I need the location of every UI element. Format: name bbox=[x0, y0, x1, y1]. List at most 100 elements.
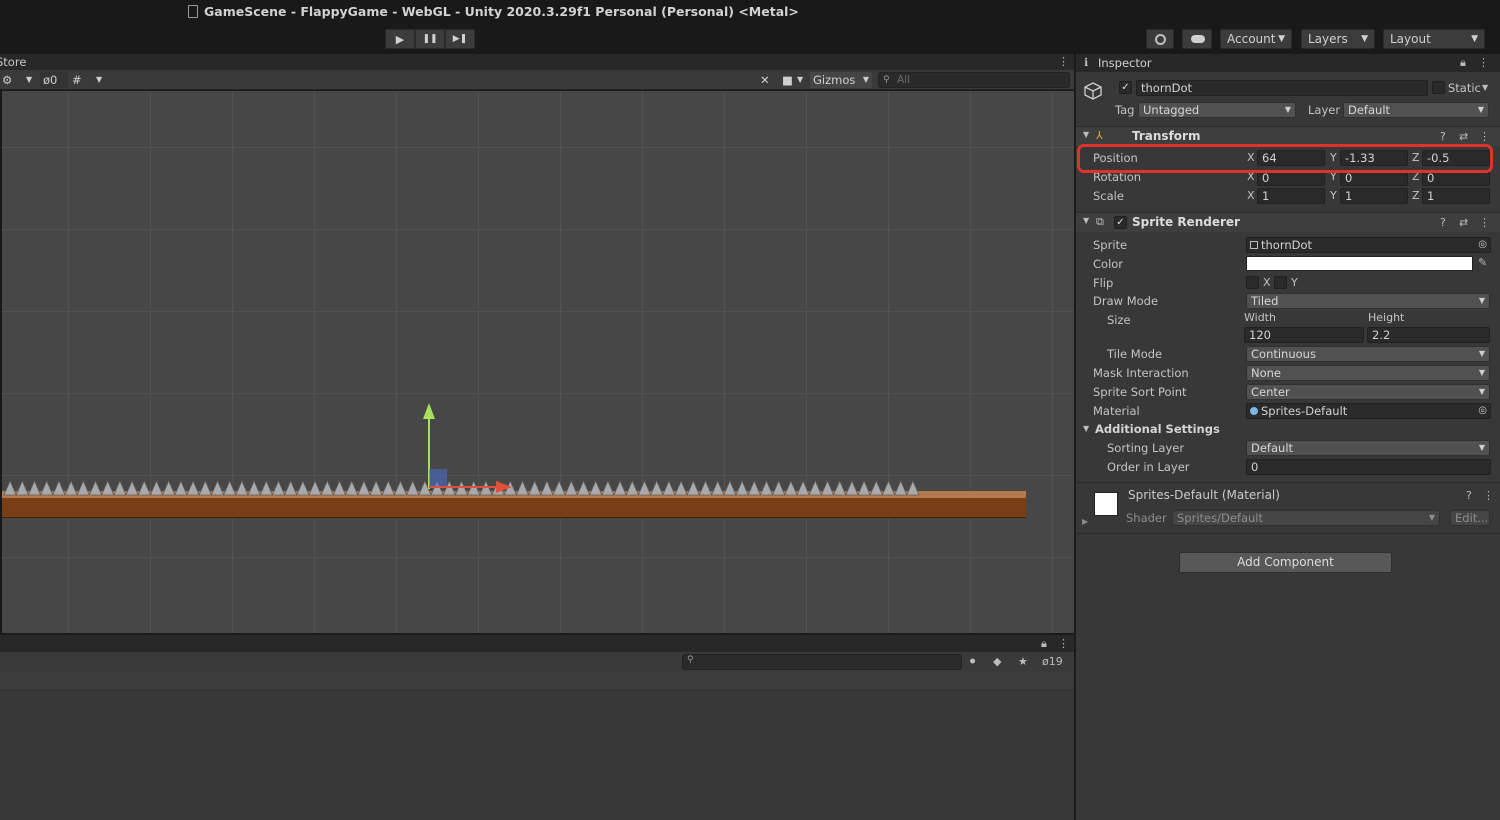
tile-mode-value: Continuous bbox=[1251, 347, 1316, 361]
static-checkbox[interactable] bbox=[1432, 81, 1445, 94]
material-value: Sprites-Default bbox=[1261, 404, 1348, 418]
sorting-layer-dropdown[interactable]: Default ▼ bbox=[1246, 440, 1490, 456]
spike bbox=[625, 479, 640, 496]
chevron-down-icon[interactable]: ▼ bbox=[26, 72, 32, 88]
chevron-down-icon[interactable]: ▼ bbox=[1083, 130, 1089, 139]
more-options-icon[interactable]: ⋮ bbox=[1479, 216, 1490, 229]
sprite-renderer-header[interactable]: ▼ ⧉ ✓ Sprite Renderer ? ⇄ ⋮ bbox=[1076, 212, 1500, 232]
pause-button[interactable]: ❚❚ bbox=[415, 29, 445, 49]
tab-store[interactable]: Store bbox=[0, 55, 26, 69]
window-title: GameScene - FlappyGame - WebGL - Unity 2… bbox=[204, 4, 799, 19]
add-component-button[interactable]: Add Component bbox=[1179, 552, 1392, 573]
scale-x-field[interactable]: 1 bbox=[1257, 188, 1325, 204]
object-name-field[interactable]: thornDot bbox=[1136, 80, 1428, 96]
object-picker-icon[interactable]: ◎ bbox=[1478, 238, 1487, 252]
inspector-tab-row: ℹ Inspector 🔒︎ ⋮ bbox=[1076, 54, 1500, 72]
grid-icon[interactable]: # bbox=[72, 72, 82, 88]
sprite-sort-point-dropdown[interactable]: Center ▼ bbox=[1246, 384, 1490, 400]
scene-viewport[interactable] bbox=[2, 91, 1074, 633]
hidden-objects-toggle[interactable]: ø0 bbox=[40, 72, 68, 88]
filter-by-type-icon[interactable]: ⚫ bbox=[968, 655, 977, 668]
collab-icon bbox=[1155, 34, 1166, 45]
draw-mode-dropdown[interactable]: Tiled ▼ bbox=[1246, 293, 1490, 309]
spike bbox=[344, 479, 359, 496]
static-label[interactable]: Static bbox=[1448, 81, 1481, 95]
chevron-down-icon[interactable]: ▼ bbox=[1083, 424, 1089, 433]
scene-search-input[interactable]: ⚲ All bbox=[878, 72, 1070, 88]
help-icon[interactable]: ? bbox=[1466, 489, 1472, 502]
color-swatch[interactable] bbox=[1246, 256, 1473, 271]
height-field[interactable]: 2.2 bbox=[1367, 327, 1490, 343]
spike bbox=[100, 479, 115, 496]
sprite-renderer-enabled-checkbox[interactable]: ✓ bbox=[1114, 216, 1127, 229]
hidden-packages-toggle[interactable]: ø19 bbox=[1042, 655, 1063, 668]
sprite-value: thornDot bbox=[1261, 238, 1313, 252]
tile-mode-dropdown[interactable]: Continuous ▼ bbox=[1246, 346, 1490, 362]
width-field[interactable]: 120 bbox=[1244, 327, 1364, 343]
more-options-icon[interactable]: ⋮ bbox=[1478, 56, 1489, 69]
order-in-layer-field[interactable]: 0 bbox=[1246, 459, 1491, 475]
tools-icon[interactable]: ✕ bbox=[760, 72, 770, 88]
star-icon[interactable]: ★ bbox=[1018, 655, 1028, 668]
spike bbox=[296, 479, 310, 496]
spike bbox=[893, 479, 908, 496]
spike bbox=[381, 479, 396, 496]
spike bbox=[869, 479, 884, 496]
gizmo-plane-handle[interactable] bbox=[429, 469, 447, 487]
pause-icon: ❚❚ bbox=[422, 34, 438, 44]
spike bbox=[210, 479, 225, 496]
camera-icon[interactable]: ■ bbox=[782, 72, 793, 88]
chevron-down-icon[interactable]: ▼ bbox=[96, 72, 102, 88]
spike bbox=[906, 479, 920, 496]
gizmos-dropdown[interactable]: Gizmos ▼ bbox=[810, 72, 872, 88]
layers-visibility-icon[interactable]: ⚙ bbox=[2, 72, 12, 88]
help-icon[interactable]: ? bbox=[1440, 130, 1446, 143]
scale-y-field[interactable]: 1 bbox=[1340, 188, 1408, 204]
account-dropdown[interactable]: Account ▼ bbox=[1220, 29, 1292, 49]
more-options-icon[interactable]: ⋮ bbox=[1483, 489, 1494, 502]
play-button[interactable]: ▶ bbox=[385, 29, 415, 49]
additional-settings-foldout[interactable]: Additional Settings bbox=[1095, 422, 1220, 436]
sprite-object-field[interactable]: thornDot ◎ bbox=[1246, 237, 1491, 253]
chevron-down-icon[interactable]: ▼ bbox=[797, 72, 803, 88]
scale-z-field[interactable]: 1 bbox=[1422, 188, 1490, 204]
more-options-icon[interactable]: ⋮ bbox=[1479, 130, 1490, 143]
preset-icon[interactable]: ⇄ bbox=[1459, 216, 1468, 229]
tag-dropdown[interactable]: Untagged ▼ bbox=[1138, 102, 1296, 118]
material-sphere-icon bbox=[1250, 407, 1258, 415]
layout-dropdown[interactable]: Layout ▼ bbox=[1383, 29, 1485, 49]
shader-edit-button[interactable]: Edit... bbox=[1450, 510, 1490, 526]
step-button[interactable]: ▶❚ bbox=[445, 29, 475, 49]
flip-x-checkbox[interactable] bbox=[1246, 276, 1259, 289]
chevron-down-icon[interactable]: ▼ bbox=[1083, 216, 1089, 225]
spike bbox=[820, 479, 835, 496]
material-object-field[interactable]: Sprites-Default ◎ bbox=[1246, 403, 1491, 419]
layer-dropdown[interactable]: Default ▼ bbox=[1343, 102, 1489, 118]
flip-y-checkbox[interactable] bbox=[1274, 276, 1287, 289]
object-picker-icon[interactable]: ◎ bbox=[1478, 404, 1487, 418]
transform-header[interactable]: ▼ ⅄ Transform ? ⇄ ⋮ bbox=[1076, 126, 1500, 146]
active-checkbox[interactable]: ✓ bbox=[1119, 81, 1132, 94]
spike bbox=[52, 479, 66, 496]
tag-icon[interactable]: ◆ bbox=[993, 655, 1001, 668]
more-options-icon[interactable]: ⋮ bbox=[1058, 55, 1069, 68]
layers-dropdown[interactable]: Layers ▼ bbox=[1301, 29, 1375, 49]
shader-dropdown[interactable]: Sprites/Default ▼ bbox=[1172, 510, 1440, 526]
eyedropper-icon[interactable]: ✎ bbox=[1478, 256, 1487, 269]
spike bbox=[259, 479, 274, 496]
project-search-input[interactable]: ⚲ bbox=[682, 654, 962, 670]
collab-button[interactable] bbox=[1146, 29, 1174, 49]
tab-inspector[interactable]: Inspector bbox=[1098, 56, 1152, 70]
preset-icon[interactable]: ⇄ bbox=[1459, 130, 1468, 143]
chevron-down-icon[interactable]: ▼ bbox=[1482, 83, 1488, 92]
bottom-panel-toolbar: ⚲ ⚫ ◆ ★ ø19 bbox=[0, 652, 1074, 672]
material-label: Material bbox=[1093, 404, 1140, 418]
mask-interaction-dropdown[interactable]: None ▼ bbox=[1246, 365, 1490, 381]
lock-icon[interactable]: 🔒︎ bbox=[1041, 637, 1047, 651]
help-icon[interactable]: ? bbox=[1440, 216, 1446, 229]
more-options-icon[interactable]: ⋮ bbox=[1058, 637, 1069, 650]
cloud-button[interactable] bbox=[1182, 29, 1212, 49]
chevron-right-icon[interactable]: ▶ bbox=[1082, 517, 1088, 526]
lock-icon[interactable]: 🔒︎ bbox=[1460, 56, 1466, 70]
flip-x-label: X bbox=[1263, 276, 1271, 289]
